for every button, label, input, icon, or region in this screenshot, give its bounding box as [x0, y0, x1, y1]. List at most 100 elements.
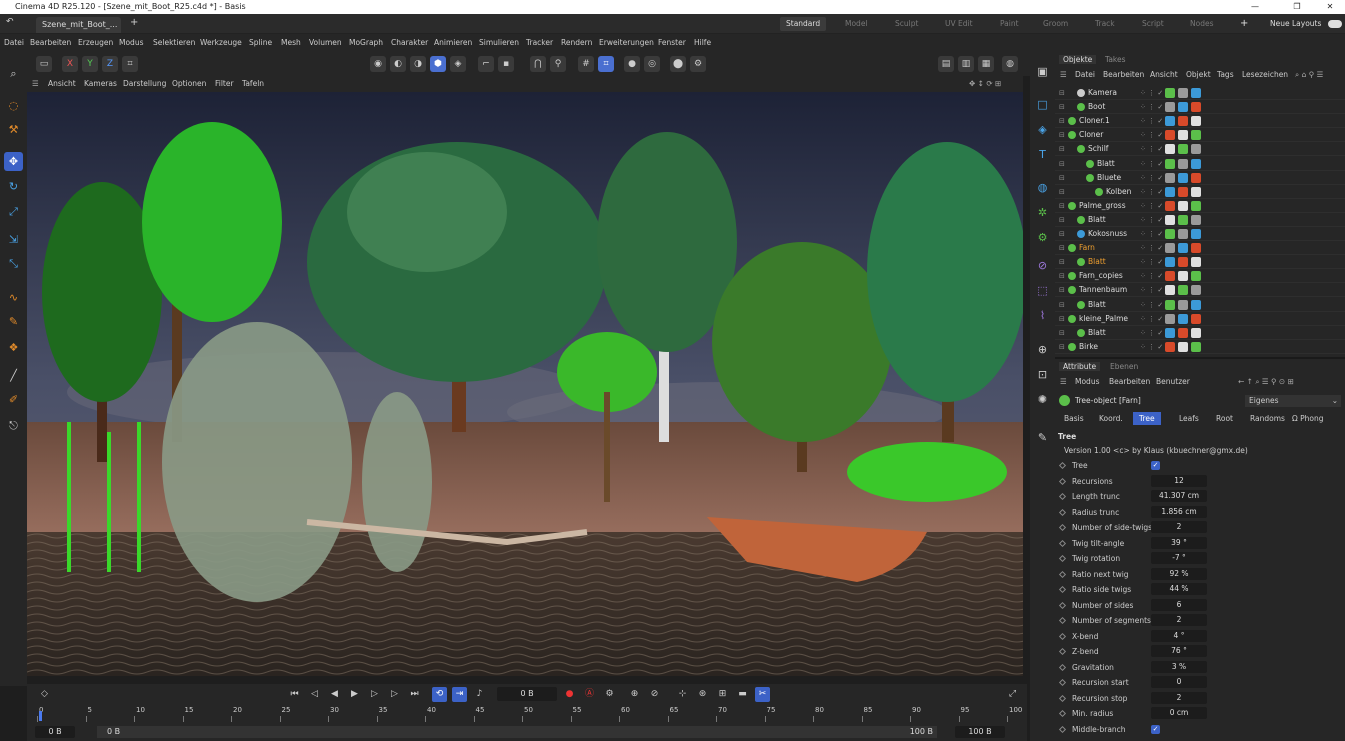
material-tag-icon[interactable] [1165, 257, 1175, 268]
material-tag-icon[interactable] [1178, 88, 1188, 98]
locked-axis-icon[interactable]: ⚲ [550, 56, 566, 72]
viewport-layout-icon[interactable]: ▣ [1033, 62, 1052, 81]
subtab-root[interactable]: Root [1210, 412, 1239, 425]
animate-keyframe-icon[interactable] [1058, 709, 1067, 718]
new-layouts-label[interactable]: Neue Layouts [1270, 17, 1321, 31]
material-tag-icon[interactable] [1191, 130, 1201, 141]
menu-spline[interactable]: Spline [249, 34, 272, 52]
object-row[interactable]: ⊟ Palme_gross ⁘ ⋮ ✓ [1055, 199, 1345, 213]
close-window-button[interactable]: ✕ [1315, 0, 1345, 14]
material-tag-icon[interactable] [1165, 200, 1175, 211]
material-tag-icon[interactable] [1191, 186, 1201, 197]
material-tag-icon[interactable] [1178, 102, 1188, 113]
material-tag-icon[interactable] [1191, 243, 1201, 254]
material-tag-icon[interactable] [1178, 341, 1188, 352]
expand-toggle-icon[interactable]: ⊟ [1059, 326, 1065, 340]
menu-rendern[interactable]: Rendern [561, 34, 592, 52]
auto-key-icon[interactable]: Ⓐ [582, 687, 597, 702]
object-row[interactable]: ⊟ Cloner.1 ⁘ ⋮ ✓ [1055, 114, 1345, 129]
menu-modus[interactable]: Modus [119, 34, 143, 52]
menu-mesh[interactable]: Mesh [281, 34, 301, 52]
material-tag-icon[interactable] [1178, 327, 1188, 338]
material-tag-icon[interactable] [1178, 257, 1188, 268]
record-icon[interactable]: ● [562, 687, 577, 702]
material-tag-icon[interactable] [1178, 144, 1188, 155]
rotate-tool-icon[interactable]: ↻ [4, 177, 23, 196]
material-tag-icon[interactable] [1178, 229, 1188, 239]
attributes-menu-modus[interactable]: Modus [1075, 377, 1099, 386]
object-row[interactable]: ⊟ Blatt ⁘ ⋮ ✓ [1055, 298, 1345, 312]
add-layout-button[interactable]: + [1240, 17, 1248, 31]
subtab-koord[interactable]: Koord. [1093, 412, 1129, 425]
animate-keyframe-icon[interactable] [1058, 461, 1067, 470]
play-icon[interactable]: ▶ [347, 687, 362, 702]
object-row[interactable]: ⊟ Blatt ⁘ ⋮ ✓ [1055, 255, 1345, 270]
knife-tool-icon[interactable]: ✎ [4, 312, 23, 331]
material-tag-icon[interactable] [1165, 214, 1175, 225]
viewport-menu-tafeln[interactable]: Tafeln [242, 76, 264, 92]
animate-keyframe-icon[interactable] [1058, 570, 1067, 578]
material-tag-icon[interactable] [1191, 102, 1201, 113]
visibility-dots-icon[interactable]: ⁘ ⋮ ✓ [1140, 171, 1163, 185]
material-tag-icon[interactable] [1165, 172, 1175, 183]
animate-keyframe-icon[interactable] [1058, 508, 1067, 516]
param-value-field[interactable]: 3 % [1151, 660, 1207, 673]
prev-key-icon[interactable]: ◁ [307, 687, 322, 702]
magnet-icon[interactable]: ⋂ [530, 56, 546, 72]
material-tag-icon[interactable] [1165, 158, 1175, 169]
param-value-field[interactable]: 2 [1151, 521, 1207, 533]
expand-toggle-icon[interactable]: ⊟ [1059, 142, 1065, 156]
material-tag-icon[interactable] [1191, 341, 1201, 352]
brush-tool-icon[interactable]: ╱ [4, 366, 23, 385]
edge-mode-icon[interactable]: ◐ [390, 56, 406, 72]
move-tool-icon[interactable]: ✥ [4, 152, 23, 171]
object-name[interactable]: Kamera [1088, 86, 1117, 100]
param-value-field[interactable]: 6 [1151, 598, 1207, 611]
tab-attribute[interactable]: Attribute [1059, 362, 1101, 371]
add-tab-button[interactable]: + [130, 17, 138, 28]
polygon-mode-icon[interactable]: ◑ [410, 56, 426, 72]
param-value-field[interactable]: 1.856 cm [1151, 505, 1207, 518]
visibility-dots-icon[interactable]: ⁘ ⋮ ✓ [1140, 255, 1163, 269]
object-name[interactable]: Farn [1079, 241, 1095, 255]
objects-menu-tags[interactable]: Tags [1217, 70, 1234, 79]
visibility-dots-icon[interactable]: ⁘ ⋮ ✓ [1140, 326, 1163, 340]
param-value-field[interactable]: 0 cm [1151, 707, 1207, 719]
material-tag-icon[interactable] [1178, 130, 1188, 141]
expand-toggle-icon[interactable]: ⊟ [1059, 213, 1065, 227]
visibility-dots-icon[interactable]: ⁘ ⋮ ✓ [1140, 241, 1163, 255]
material-tag-icon[interactable] [1178, 243, 1188, 254]
expand-toggle-icon[interactable]: ⊟ [1059, 171, 1065, 185]
param-value-field[interactable]: 2 [1151, 691, 1207, 704]
menu-selektieren[interactable]: Selektieren [153, 34, 195, 52]
playhead[interactable] [39, 711, 42, 721]
object-row[interactable]: ⊟ Kokosnuss ⁘ ⋮ ✓ [1055, 227, 1345, 241]
material-tag-icon[interactable] [1165, 130, 1175, 141]
visibility-dots-icon[interactable]: ⁘ ⋮ ✓ [1140, 199, 1163, 213]
next-frame-icon[interactable]: ▷ [367, 687, 382, 702]
menu-datei[interactable]: Datei [4, 34, 24, 52]
snap-enabled-icon[interactable]: ⌗ [598, 56, 614, 72]
material-tag-icon[interactable] [1165, 313, 1175, 324]
preview-range-bar[interactable]: 0 B 100 B [97, 726, 937, 738]
object-name[interactable]: Kolben [1106, 185, 1131, 199]
material-tag-icon[interactable] [1178, 214, 1188, 225]
material-tag-icon[interactable] [1165, 186, 1175, 197]
material-tag-icon[interactable] [1191, 172, 1201, 183]
param-value-field[interactable]: 76 ° [1151, 645, 1207, 657]
keyframe-settings-icon[interactable]: ⚙ [602, 687, 617, 702]
visibility-dots-icon[interactable]: ⁘ ⋮ ✓ [1140, 269, 1163, 283]
snap-settings-icon[interactable]: ▪ [498, 56, 514, 72]
visibility-dots-icon[interactable]: ⁘ ⋮ ✓ [1140, 312, 1163, 326]
expand-toggle-icon[interactable]: ⊟ [1059, 340, 1065, 354]
live-selection-icon[interactable]: ◌ [4, 96, 23, 115]
object-name[interactable]: Blatt [1088, 213, 1106, 227]
undo-icon[interactable]: ↶ [6, 17, 14, 27]
param-checkbox[interactable]: ✓ [1151, 461, 1160, 470]
visibility-dots-icon[interactable]: ⁘ ⋮ ✓ [1140, 100, 1163, 114]
animate-keyframe-icon[interactable] [1058, 492, 1067, 501]
param-value-field[interactable]: 41.307 cm [1151, 490, 1207, 502]
material-tag-icon[interactable] [1165, 299, 1175, 310]
object-name[interactable]: Cloner [1079, 128, 1103, 142]
maximize-button[interactable]: ❐ [1282, 0, 1312, 14]
